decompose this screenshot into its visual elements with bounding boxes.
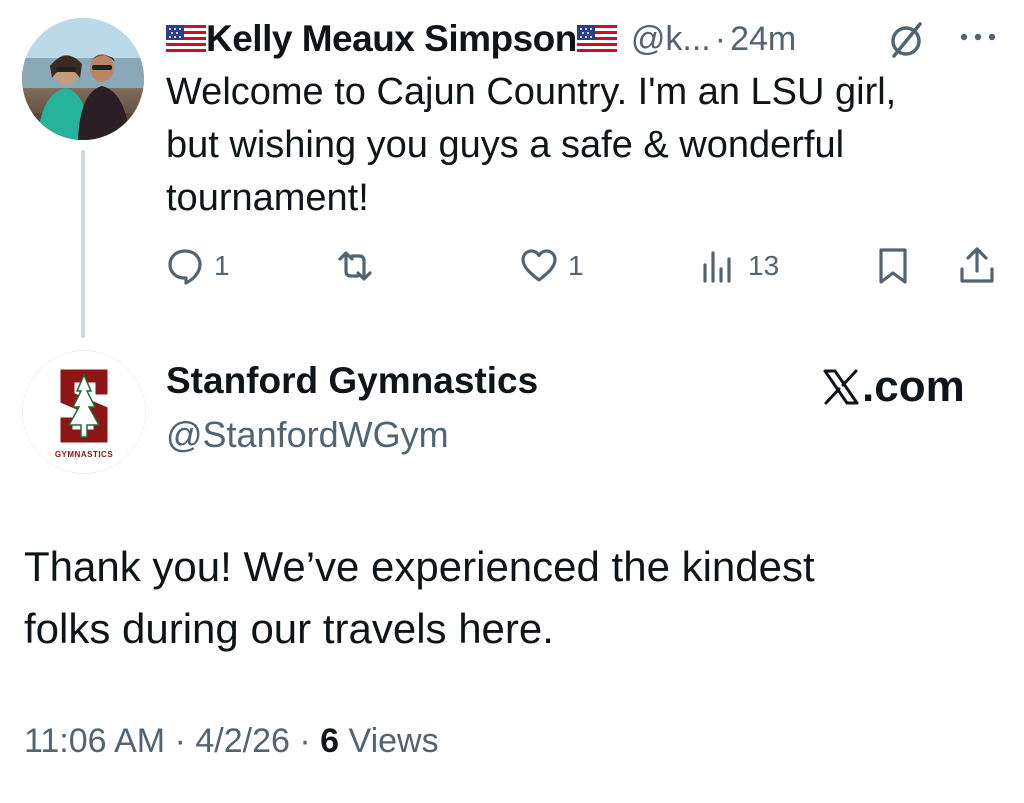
quoted-handle[interactable]: @StanfordWGym	[166, 414, 449, 456]
grok-icon[interactable]	[884, 18, 928, 62]
reply-header: Kelly Meaux Simpson @k... · 24m	[166, 14, 796, 64]
tweet-text: Thank you! We’ve experienced the kindest…	[24, 536, 984, 660]
tweet-views-label: Views	[348, 722, 439, 760]
reply-button[interactable]: 1	[164, 238, 230, 294]
action-bar: 1 1 13	[0, 238, 1024, 294]
analytics-icon	[703, 251, 731, 283]
tweet-views-count: 6	[320, 722, 340, 760]
reply-time[interactable]: 24m	[730, 20, 796, 59]
share-button[interactable]	[956, 238, 998, 294]
tweet-timestamp[interactable]: 11:06 AM	[24, 722, 165, 760]
svg-text:GYMNASTICS: GYMNASTICS	[55, 450, 114, 459]
separator-dot: ·	[174, 722, 186, 760]
x-logo-icon	[823, 369, 859, 405]
retweet-button[interactable]	[334, 238, 384, 294]
x-com-link[interactable]: .com	[822, 362, 965, 412]
reply-text: Welcome to Cajun Country. I'm an LSU gir…	[166, 66, 996, 225]
x-com-text: .com	[862, 362, 965, 411]
separator-dot: ·	[714, 19, 727, 58]
more-options-icon[interactable]	[956, 30, 1000, 44]
avatar-photo	[22, 18, 144, 140]
us-flag-icon	[166, 25, 206, 53]
reply-handle[interactable]: @k...	[631, 20, 711, 59]
reply-text-line: tournament!	[166, 177, 369, 219]
stanford-logo: GYMNASTICS	[55, 368, 114, 459]
reply-count: 1	[214, 250, 230, 281]
reply-text-line: Welcome to Cajun Country. I'm an LSU gir…	[166, 71, 897, 113]
reply-display-name[interactable]: Kelly Meaux Simpson	[206, 18, 577, 60]
views-button[interactable]: 13	[698, 238, 779, 294]
retweet-icon	[338, 251, 372, 281]
share-icon	[960, 247, 994, 283]
heart-icon	[521, 249, 557, 282]
avatar[interactable]: GYMNASTICS	[22, 350, 146, 474]
quoted-display-name[interactable]: Stanford Gymnastics	[166, 360, 538, 402]
like-count: 1	[568, 250, 584, 281]
comment-icon	[168, 249, 202, 285]
views-count: 13	[748, 250, 780, 281]
bookmark-button[interactable]	[872, 238, 914, 294]
tweet-text-line: folks during our travels here.	[24, 605, 554, 652]
bookmark-icon	[879, 248, 907, 284]
us-flag-icon	[576, 25, 617, 53]
separator-dot: ·	[299, 722, 311, 760]
tweet-meta: 11:06 AM · 4/2/26 · 6 Views	[24, 722, 439, 761]
tweet-date[interactable]: 4/2/26	[195, 722, 290, 760]
like-button[interactable]: 1	[518, 238, 584, 294]
avatar[interactable]	[22, 18, 144, 140]
tweet-text-line: Thank you! We’ve experienced the kindest	[24, 543, 815, 590]
reply-text-line: but wishing you guys a safe & wonderful	[166, 124, 845, 166]
